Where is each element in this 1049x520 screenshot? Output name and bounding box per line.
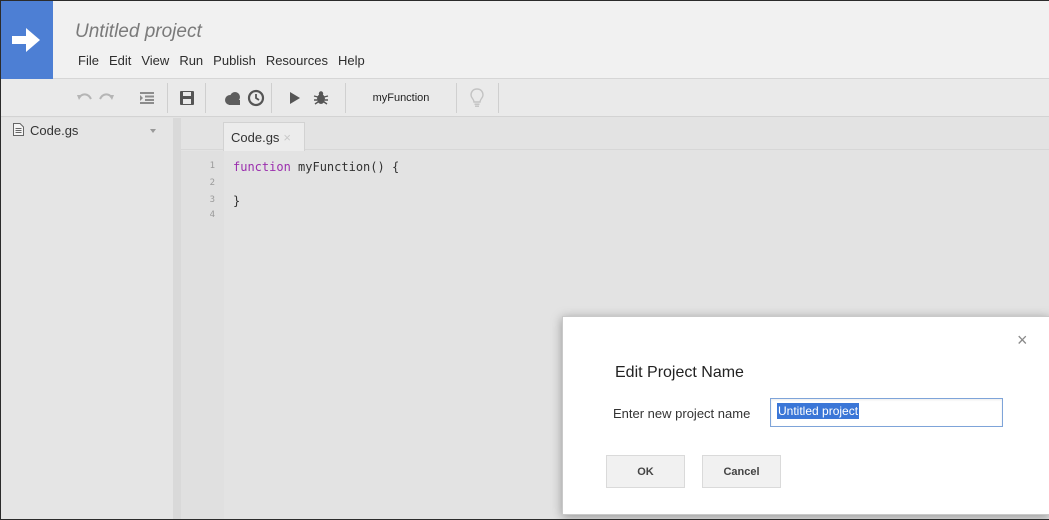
menu-bar: File Edit View Run Publish Resources Hel…	[73, 51, 370, 70]
code-text: }	[233, 194, 241, 208]
redo-icon[interactable]	[96, 88, 116, 108]
line-number-gutter	[181, 151, 224, 519]
app-window: Untitled project File Edit View Run Publ…	[0, 0, 1049, 520]
code-line: }	[233, 194, 240, 208]
debug-bug-icon[interactable]	[311, 88, 331, 108]
menu-resources[interactable]: Resources	[261, 51, 333, 70]
line-number: 1	[209, 161, 215, 171]
edit-project-name-dialog: × Edit Project Name Enter new project na…	[562, 316, 1049, 515]
function-select[interactable]: myFunction	[345, 83, 457, 113]
menu-run[interactable]: Run	[174, 51, 208, 70]
document-icon	[13, 123, 24, 136]
ok-button[interactable]: OK	[606, 455, 685, 488]
toolbar-separator	[205, 83, 206, 113]
cancel-button[interactable]: Cancel	[702, 455, 781, 488]
menu-view[interactable]: View	[136, 51, 174, 70]
indent-icon[interactable]	[137, 88, 157, 108]
header: Untitled project File Edit View Run Publ…	[1, 1, 1049, 79]
project-name-label: Enter new project name	[613, 406, 751, 421]
close-icon[interactable]: ×	[1017, 331, 1028, 349]
code-keyword: function	[233, 160, 291, 174]
chevron-down-icon[interactable]	[150, 129, 156, 133]
code-text: myFunction() {	[290, 160, 400, 174]
file-item-code-gs[interactable]: Code.gs	[1, 118, 173, 144]
toolbar-separator	[498, 83, 499, 113]
toolbar-separator	[167, 83, 168, 113]
toolbar-separator	[271, 83, 272, 113]
editor-tab-bar: Code.gs ×	[181, 118, 1049, 151]
menu-edit[interactable]: Edit	[104, 51, 136, 70]
triggers-clock-icon[interactable]	[246, 88, 266, 108]
tab-code-gs[interactable]: Code.gs ×	[223, 122, 305, 151]
menu-publish[interactable]: Publish	[208, 51, 261, 70]
close-icon[interactable]: ×	[283, 130, 291, 145]
file-name: Code.gs	[30, 123, 79, 138]
apps-script-logo[interactable]	[1, 1, 53, 79]
run-icon[interactable]	[285, 88, 305, 108]
line-number: 3	[209, 195, 215, 205]
undo-icon[interactable]	[75, 88, 95, 108]
project-name-input[interactable]: Untitled project	[770, 398, 1003, 427]
dialog-title: Edit Project Name	[615, 364, 744, 381]
selected-text: Untitled project	[777, 403, 860, 419]
toolbar: myFunction	[1, 79, 1049, 117]
code-line: function myFunction() {	[233, 160, 399, 174]
project-title[interactable]: Untitled project	[75, 21, 202, 43]
file-list-panel: Code.gs	[1, 118, 173, 519]
save-icon[interactable]	[177, 88, 197, 108]
panel-divider[interactable]	[173, 118, 181, 519]
lightbulb-icon[interactable]	[467, 88, 487, 108]
menu-file[interactable]: File	[73, 51, 104, 70]
line-number: 4	[209, 210, 215, 220]
deploy-cloud-icon[interactable]	[223, 88, 243, 108]
line-number: 2	[209, 178, 215, 188]
arrow-right-icon	[12, 28, 40, 52]
tab-label: Code.gs	[231, 129, 280, 145]
menu-help[interactable]: Help	[333, 51, 370, 70]
